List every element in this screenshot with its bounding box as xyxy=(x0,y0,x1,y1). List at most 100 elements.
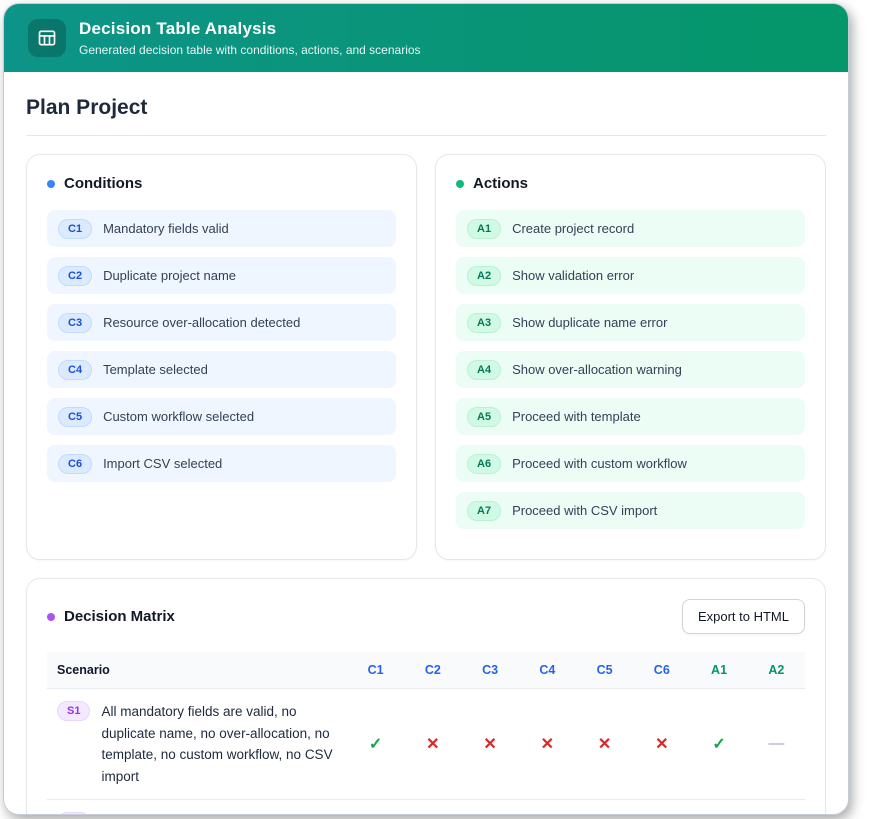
dash-icon: — xyxy=(711,814,727,815)
matrix-value-cell: ✕ xyxy=(576,689,633,800)
action-item: A7 Proceed with CSV import xyxy=(456,492,805,529)
scenario-badge: S2 xyxy=(57,812,90,815)
actions-card-header: Actions xyxy=(456,175,805,192)
action-badge: A7 xyxy=(467,501,501,521)
matrix-title-group: Decision Matrix xyxy=(47,608,175,625)
action-badge: A2 xyxy=(467,266,501,286)
condition-item: C4 Template selected xyxy=(47,351,396,388)
condition-label: Mandatory fields valid xyxy=(103,221,229,236)
condition-item: C6 Import CSV selected xyxy=(47,445,396,482)
table-icon xyxy=(28,19,66,57)
action-badge: A6 xyxy=(467,454,501,474)
dash-icon: — xyxy=(768,735,784,752)
action-label: Show over-allocation warning xyxy=(512,362,682,377)
scenario-cell: S2 Mandatory fields invalid xyxy=(47,800,347,815)
condition-item: C5 Custom workflow selected xyxy=(47,398,396,435)
scenario-cell-content: S1All mandatory fields are valid, no dup… xyxy=(57,701,341,787)
matrix-column-header: C3 xyxy=(461,652,518,689)
export-html-button[interactable]: Export to HTML xyxy=(682,599,805,634)
header-title: Decision Table Analysis xyxy=(79,19,421,39)
check-icon: ✓ xyxy=(712,736,725,753)
scenario-label: Mandatory fields invalid xyxy=(101,812,242,815)
matrix-value-cell: — xyxy=(690,800,747,815)
conditions-card: Conditions C1 Mandatory fields valid C2 Dup… xyxy=(26,154,417,560)
matrix-value-cell: — xyxy=(748,689,805,800)
matrix-body: S1All mandatory fields are valid, no dup… xyxy=(47,689,805,816)
condition-item: C3 Resource over-allocation detected xyxy=(47,304,396,341)
action-item: A6 Proceed with custom workflow xyxy=(456,445,805,482)
matrix-value-cell: ✕ xyxy=(633,800,690,815)
conditions-list: C1 Mandatory fields valid C2 Duplicate proj… xyxy=(47,210,396,482)
main-content: Plan Project Conditions C1 Mandatory fiel… xyxy=(4,72,848,815)
action-item: A4 Show over-allocation warning xyxy=(456,351,805,388)
condition-item: C1 Mandatory fields valid xyxy=(47,210,396,247)
conditions-dot-icon xyxy=(47,180,55,188)
matrix-value-cell: ✕ xyxy=(519,689,576,800)
matrix-column-header: C5 xyxy=(576,652,633,689)
matrix-row: S2Mandatory fields invalid✕✕✕✕✕✕—✓ xyxy=(47,800,805,815)
actions-title: Actions xyxy=(473,175,528,192)
matrix-column-header: A1 xyxy=(690,652,747,689)
scenario-cell-content: S2 Mandatory fields invalid xyxy=(57,812,341,815)
matrix-card-header: Decision Matrix Export to HTML xyxy=(47,599,805,634)
condition-label: Template selected xyxy=(103,362,208,377)
matrix-value-cell: ✓ xyxy=(347,689,404,800)
condition-badge: C1 xyxy=(58,219,92,239)
matrix-column-header: C1 xyxy=(347,652,404,689)
action-label: Show duplicate name error xyxy=(512,315,667,330)
condition-label: Duplicate project name xyxy=(103,268,236,283)
action-badge: A3 xyxy=(467,313,501,333)
matrix-column-header: A2 xyxy=(748,652,805,689)
conditions-title: Conditions xyxy=(64,175,142,192)
cross-icon: ✕ xyxy=(483,736,496,753)
condition-label: Custom workflow selected xyxy=(103,409,254,424)
condition-label: Import CSV selected xyxy=(103,456,222,471)
header-text: Decision Table Analysis Generated decisi… xyxy=(79,19,421,57)
conditions-card-header: Conditions xyxy=(47,175,396,192)
action-item: A3 Show duplicate name error xyxy=(456,304,805,341)
app-window: Decision Table Analysis Generated decisi… xyxy=(3,3,849,815)
matrix-dot-icon xyxy=(47,613,55,621)
decision-matrix-table: ScenarioC1C2C3C4C5C6A1A2 S1All mandatory… xyxy=(47,652,805,815)
condition-badge: C6 xyxy=(58,454,92,474)
page-title: Plan Project xyxy=(26,78,826,136)
actions-list: A1Create project record A2 Show validation… xyxy=(456,210,805,529)
header-subtitle: Generated decision table with conditions… xyxy=(79,43,421,57)
action-item: A2 Show validation error xyxy=(456,257,805,294)
matrix-value-cell: ✕ xyxy=(633,689,690,800)
condition-badge: C3 xyxy=(58,313,92,333)
matrix-title: Decision Matrix xyxy=(64,608,175,625)
cross-icon: ✕ xyxy=(655,736,668,753)
matrix-value-cell: ✕ xyxy=(576,800,633,815)
condition-badge: C2 xyxy=(58,266,92,286)
cards-row: Conditions C1 Mandatory fields valid C2 Dup… xyxy=(26,154,826,560)
condition-badge: C4 xyxy=(58,360,92,380)
matrix-value-cell: ✕ xyxy=(461,689,518,800)
action-label: Proceed with CSV import xyxy=(512,503,657,518)
decision-matrix-card: Decision Matrix Export to HTML ScenarioC… xyxy=(26,578,826,815)
matrix-column-header: Scenario xyxy=(47,652,347,689)
scenario-label: All mandatory fields are valid, no dupli… xyxy=(101,701,341,787)
action-badge: A5 xyxy=(467,407,501,427)
scenario-cell: S1All mandatory fields are valid, no dup… xyxy=(47,689,347,800)
actions-dot-icon xyxy=(456,180,464,188)
action-badge: A1 xyxy=(467,219,501,239)
action-badge: A4 xyxy=(467,360,501,380)
matrix-header-row: ScenarioC1C2C3C4C5C6A1A2 xyxy=(47,652,805,689)
check-icon: ✓ xyxy=(369,736,382,753)
action-item: A1Create project record xyxy=(456,210,805,247)
matrix-value-cell: ✕ xyxy=(347,800,404,815)
matrix-column-header: C2 xyxy=(404,652,461,689)
action-label: Proceed with template xyxy=(512,409,641,424)
matrix-value-cell: ✕ xyxy=(519,800,576,815)
cross-icon: ✕ xyxy=(426,736,439,753)
condition-item: C2 Duplicate project name xyxy=(47,257,396,294)
action-label: Show validation error xyxy=(512,268,634,283)
action-item: A5 Proceed with template xyxy=(456,398,805,435)
action-label: Proceed with custom workflow xyxy=(512,456,687,471)
matrix-row: S1All mandatory fields are valid, no dup… xyxy=(47,689,805,800)
matrix-value-cell: ✕ xyxy=(461,800,518,815)
condition-label: Resource over-allocation detected xyxy=(103,315,300,330)
matrix-value-cell: ✕ xyxy=(404,800,461,815)
condition-badge: C5 xyxy=(58,407,92,427)
